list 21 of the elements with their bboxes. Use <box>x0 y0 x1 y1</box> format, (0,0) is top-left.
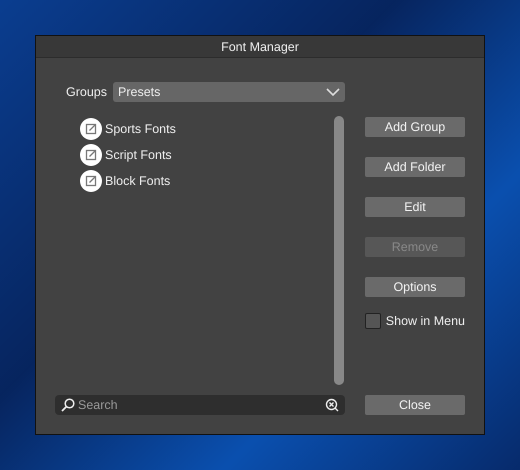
window-title: Font Manager <box>221 40 299 54</box>
font-group-item[interactable]: Sports Fonts <box>105 122 176 136</box>
search-field[interactable]: Search <box>55 395 345 415</box>
close-button[interactable]: Close <box>365 395 465 415</box>
edit-icon[interactable] <box>80 118 102 140</box>
checkbox[interactable] <box>365 313 381 329</box>
search-icon <box>61 398 75 412</box>
dialog-button[interactable]: Options <box>365 277 465 297</box>
dialog-button[interactable]: Add Folder <box>365 157 465 177</box>
font-group-item[interactable]: Block Fonts <box>105 174 170 188</box>
groups-dropdown[interactable]: Presets <box>113 82 345 102</box>
scrollbar-thumb[interactable] <box>334 116 344 385</box>
dialog-button[interactable]: Add Group <box>365 117 465 137</box>
show-in-menu-label: Show in Menu <box>386 314 465 328</box>
edit-icon[interactable] <box>80 144 102 166</box>
edit-icon[interactable] <box>80 170 102 192</box>
clear-search-icon[interactable] <box>325 398 339 412</box>
dialog-button[interactable]: Edit <box>365 197 465 217</box>
font-group-item[interactable]: Script Fonts <box>105 148 172 162</box>
groups-label: Groups <box>66 85 107 99</box>
chevron-down-icon <box>326 88 340 96</box>
